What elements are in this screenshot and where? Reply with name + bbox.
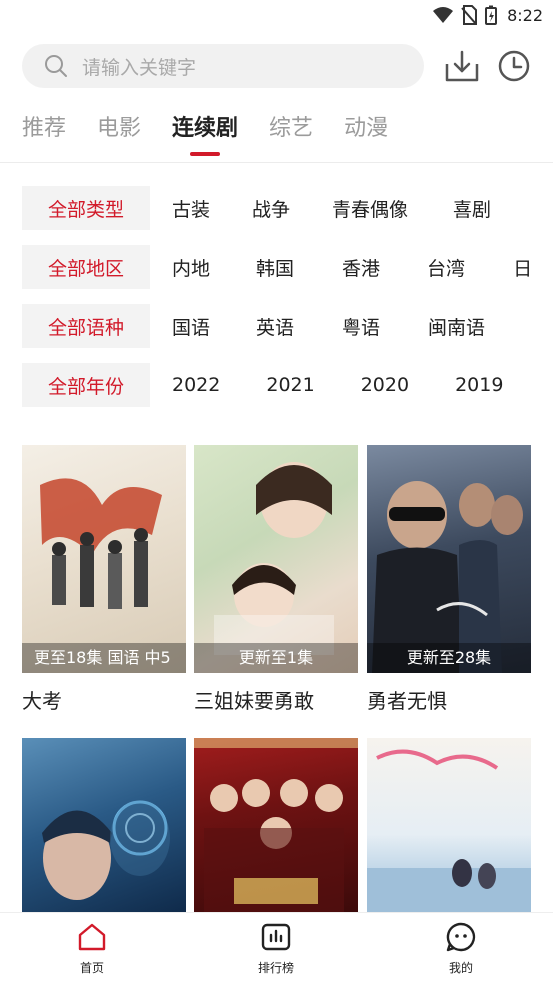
nav-profile-label: 我的 <box>448 961 473 975</box>
filter-region-option[interactable]: 香港 <box>342 254 380 281</box>
filter-row-region: 全部地区 内地 韩国 香港 台湾 日 <box>22 245 553 289</box>
tab-anime[interactable]: 动漫 <box>344 112 388 152</box>
tab-variety[interactable]: 综艺 <box>269 112 313 152</box>
status-icons: 8:22 <box>433 5 543 25</box>
poster-image <box>194 738 358 913</box>
filter-year-option[interactable]: 2019 <box>455 374 503 396</box>
ranking-chart-icon <box>261 923 291 951</box>
nav-ranking[interactable]: 排行榜 <box>231 921 321 976</box>
filter-language-option[interactable]: 闽南语 <box>428 313 485 340</box>
filter-region-option[interactable]: 内地 <box>172 254 210 281</box>
filter-year-selected[interactable]: 全部年份 <box>22 363 150 407</box>
profile-face-icon <box>446 922 476 952</box>
poster-image <box>367 738 531 913</box>
filter-year-option[interactable]: 2021 <box>266 374 314 396</box>
search-row: 请输入关键字 <box>22 44 542 90</box>
poster-image: 更新至28集 <box>367 445 531 673</box>
poster-art <box>194 738 358 913</box>
divider <box>0 162 553 163</box>
filter-language-option[interactable]: 国语 <box>172 313 210 340</box>
download-icon[interactable] <box>444 48 480 84</box>
filter-language-option[interactable]: 英语 <box>256 313 294 340</box>
active-tab-indicator <box>190 152 221 156</box>
filter-genre-selected[interactable]: 全部类型 <box>22 186 150 230</box>
filter-year-option[interactable]: 2022 <box>172 374 220 396</box>
nav-ranking-label: 排行榜 <box>257 961 294 975</box>
filter-genre-option[interactable]: 青春偶像 <box>332 195 408 222</box>
search-input[interactable]: 请输入关键字 <box>22 44 424 88</box>
battery-icon <box>485 5 498 25</box>
filter-region-option[interactable]: 台湾 <box>427 254 465 281</box>
poster-art <box>42 800 170 900</box>
filter-region-option[interactable]: 韩国 <box>256 254 294 281</box>
poster-image: 更至18集 国语 中5 <box>22 445 186 673</box>
filter-year-option[interactable]: 2020 <box>361 374 409 396</box>
filter-region-selected[interactable]: 全部地区 <box>22 245 150 289</box>
show-card[interactable] <box>367 738 531 913</box>
filter-genre-option[interactable]: 喜剧 <box>453 195 491 222</box>
show-title: 三姐妹要勇敢 <box>194 689 314 713</box>
show-card[interactable]: 更新至28集 勇者无惧 <box>367 445 531 714</box>
filter-language-selected[interactable]: 全部语种 <box>22 304 150 348</box>
home-icon <box>78 923 106 951</box>
tab-movies[interactable]: 电影 <box>97 112 141 152</box>
show-title: 大考 <box>22 689 62 713</box>
tab-recommend[interactable]: 推荐 <box>22 112 66 152</box>
poster-art <box>214 462 334 655</box>
bottom-nav: 首页 排行榜 我的 <box>0 912 553 983</box>
no-sim-icon <box>461 5 478 25</box>
show-card[interactable] <box>194 738 358 913</box>
poster-art <box>372 481 523 673</box>
show-card[interactable]: 更至18集 国语 中5 大考 <box>22 445 186 714</box>
filter-genre-option[interactable]: 古装 <box>172 195 210 222</box>
filter-language-option[interactable]: 粤语 <box>342 313 380 340</box>
episode-caption: 更新至1集 <box>194 643 358 673</box>
filter-row-language: 全部语种 国语 英语 粤语 闽南语 <box>22 304 553 348</box>
poster-art <box>367 749 531 913</box>
nav-home-label: 首页 <box>79 961 104 975</box>
search-placeholder: 请输入关键字 <box>82 56 197 79</box>
search-icon <box>45 55 67 77</box>
episode-caption: 更新至28集 <box>367 643 531 673</box>
filter-region-option[interactable]: 日 <box>513 254 532 281</box>
nav-profile[interactable]: 我的 <box>416 921 506 976</box>
poster-image <box>22 738 186 913</box>
nav-home[interactable]: 首页 <box>47 921 137 976</box>
show-card[interactable] <box>22 738 186 913</box>
status-bar: 8:22 <box>0 0 553 32</box>
filter-row-genre: 全部类型 古装 战争 青春偶像 喜剧 <box>22 186 553 230</box>
poster-image: 更新至1集 <box>194 445 358 673</box>
filter-panel: 全部类型 古装 战争 青春偶像 喜剧 全部地区 内地 韩国 香港 台湾 日 全部… <box>22 186 553 422</box>
filter-row-year: 全部年份 2022 2021 2020 2019 <box>22 363 553 407</box>
history-clock-icon[interactable] <box>496 48 532 84</box>
category-tabs: 推荐 电影 连续剧 综艺 动漫 <box>22 112 419 156</box>
filter-genre-option[interactable]: 战争 <box>252 195 290 222</box>
show-card[interactable]: 更新至1集 三姐妹要勇敢 <box>194 445 358 714</box>
show-title: 勇者无惧 <box>367 689 447 713</box>
episode-caption: 更至18集 国语 中5 <box>22 643 186 673</box>
poster-art <box>40 478 162 609</box>
wifi-icon <box>433 7 454 23</box>
status-time: 8:22 <box>507 5 543 25</box>
tab-series-label: 连续剧 <box>172 116 239 141</box>
tab-series[interactable]: 连续剧 <box>172 112 239 156</box>
